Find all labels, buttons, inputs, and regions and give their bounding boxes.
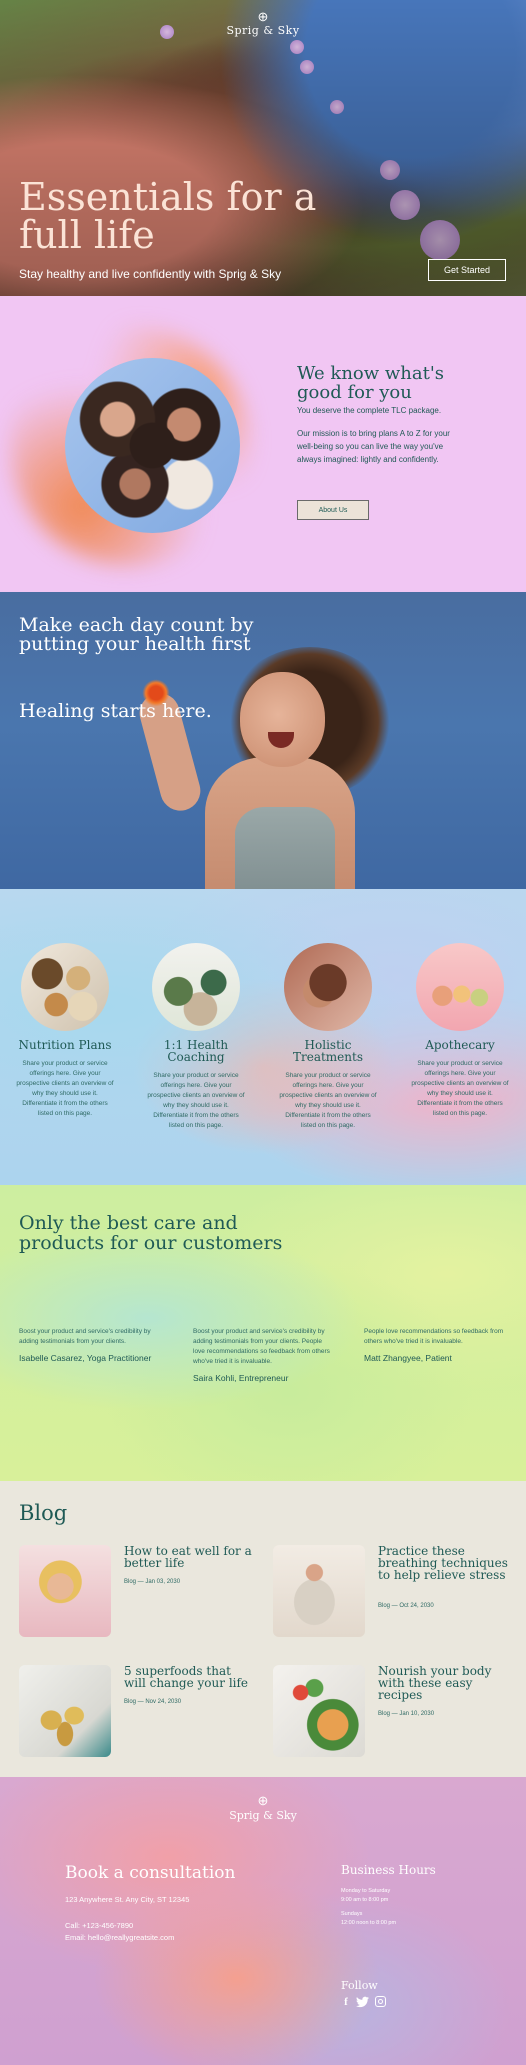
footer-section: ⊕ Sprig & Sky Book a consultation 123 An… (0, 1777, 526, 2065)
about-section: We know what's good for you You deserve … (0, 296, 526, 592)
hours-weekdays-label: Monday to Saturday (341, 1888, 391, 1894)
blog-post[interactable]: Nourish your body with these easy recipe… (273, 1665, 513, 1757)
service-description: Share your product or service offerings … (16, 1060, 114, 1117)
health-first-section: Make each day count by putting your heal… (0, 592, 526, 889)
service-photo (21, 943, 109, 1031)
blog-section: Blog How to eat well for a better life B… (0, 1481, 526, 1777)
about-photo (65, 358, 240, 533)
about-heading: We know what's good for you (297, 363, 445, 403)
brand-logo[interactable]: ⊕ Sprig & Sky (0, 9, 526, 38)
blog-heading: Blog (19, 1501, 68, 1525)
hours-sunday: Sundays 12:00 noon to 8:00 pm (341, 1910, 396, 1928)
laughing-woman-photo (135, 632, 410, 889)
blog-post-meta: Blog — Jan 10, 2030 (378, 1711, 435, 1717)
blog-post-image[interactable] (273, 1665, 365, 1757)
day-subheading: Healing starts here. (19, 700, 212, 722)
brand-mark-icon: ⊕ (257, 1793, 269, 1808)
about-line-2: Our mission is to bring plans A to Z for… (297, 429, 450, 464)
hero-headline: Essentials for a full life (19, 175, 317, 257)
blog-post[interactable]: 5 superfoods that will change your life … (19, 1665, 259, 1757)
service-photo (152, 943, 240, 1031)
hours-weekdays: Monday to Saturday 9:00 am to 8:00 pm (341, 1887, 390, 1905)
footer-email[interactable]: Email: hello@reallygreatsite.com (65, 1933, 174, 1942)
footer-brand-logo[interactable]: ⊕ Sprig & Sky (0, 1793, 526, 1822)
day-heading: Make each day count by putting your heal… (19, 614, 254, 655)
testimonials-section: Only the best care and products for our … (0, 1185, 526, 1481)
testimonial-quote: Boost your product and service's credibi… (19, 1328, 151, 1345)
about-us-button[interactable]: About Us (297, 500, 369, 520)
service-description: Share your product or service offerings … (279, 1072, 377, 1129)
blog-post-meta: Blog — Jan 03, 2030 (124, 1579, 181, 1585)
blog-post-title[interactable]: Nourish your body with these easy recipe… (378, 1665, 508, 1701)
hours-sunday-label: Sundays (341, 1911, 363, 1917)
service-title: Holistic Treatments (292, 1038, 363, 1064)
service-title: Apothecary (425, 1038, 495, 1052)
testimonial-author: Matt Zhangyee, Patient (364, 1353, 452, 1363)
hero-subtitle: Stay healthy and live confidently with S… (19, 267, 282, 281)
blog-post[interactable]: How to eat well for a better life Blog —… (19, 1545, 259, 1637)
blog-post-image[interactable] (273, 1545, 365, 1637)
blog-post-meta: Blog — Nov 24, 2030 (124, 1699, 182, 1705)
hours-sunday-time: 12:00 noon to 8:00 pm (341, 1920, 397, 1926)
brand-name: Sprig & Sky (229, 1809, 297, 1822)
facebook-icon[interactable]: f (339, 1995, 353, 2009)
service-title: Nutrition Plans (18, 1038, 112, 1052)
service-card-apothecary[interactable]: Apothecary Share your product or service… (405, 943, 515, 1119)
service-card-coaching[interactable]: 1:1 Health Coaching Share your product o… (141, 943, 251, 1131)
testimonial-quote: People love recommendations so feedback … (364, 1328, 504, 1345)
service-card-treatments[interactable]: Holistic Treatments Share your product o… (273, 943, 383, 1131)
about-line-1: You deserve the complete TLC package. (297, 406, 442, 415)
service-description: Share your product or service offerings … (411, 1060, 509, 1117)
footer-address: 123 Anywhere St. Any City, ST 12345 (65, 1895, 190, 1904)
blog-post-title[interactable]: 5 superfoods that will change your life (124, 1665, 254, 1689)
service-card-nutrition[interactable]: Nutrition Plans Share your product or se… (10, 943, 120, 1119)
blog-post-title[interactable]: Practice these breathing techniques to h… (378, 1545, 508, 1581)
get-started-button[interactable]: Get Started (428, 259, 506, 281)
hours-weekdays-time: 9:00 am to 8:00 pm (341, 1897, 389, 1903)
service-description: Share your product or service offerings … (147, 1072, 245, 1129)
brand-name: Sprig & Sky (226, 24, 300, 37)
service-title: 1:1 Health Coaching (163, 1038, 229, 1064)
blog-post-meta: Blog — Oct 24, 2030 (378, 1603, 434, 1609)
twitter-icon[interactable] (355, 1995, 369, 2009)
blog-post-title[interactable]: How to eat well for a better life (124, 1545, 254, 1569)
blog-post[interactable]: Practice these breathing techniques to h… (273, 1545, 513, 1637)
business-hours-heading: Business Hours (341, 1863, 436, 1877)
footer-phone[interactable]: Call: +123-456-7890 (65, 1921, 133, 1930)
testimonials-heading: Only the best care and products for our … (19, 1212, 283, 1254)
testimonial-quote: Boost your product and service's credibi… (193, 1328, 330, 1365)
brand-mark-icon: ⊕ (257, 9, 269, 24)
service-photo (416, 943, 504, 1031)
follow-heading: Follow (341, 1979, 378, 1992)
testimonial-author: Isabelle Casarez, Yoga Practitioner (19, 1353, 152, 1363)
blog-post-image[interactable] (19, 1545, 111, 1637)
instagram-icon[interactable] (374, 1995, 388, 2009)
testimonial-author: Saira Kohli, Entrepreneur (193, 1373, 289, 1383)
blog-post-image[interactable] (19, 1665, 111, 1757)
consultation-heading: Book a consultation (65, 1863, 236, 1883)
service-photo (284, 943, 372, 1031)
services-section: Nutrition Plans Share your product or se… (0, 889, 526, 1185)
hero-section: ⊕ Sprig & Sky Essentials for a full life… (0, 0, 526, 296)
